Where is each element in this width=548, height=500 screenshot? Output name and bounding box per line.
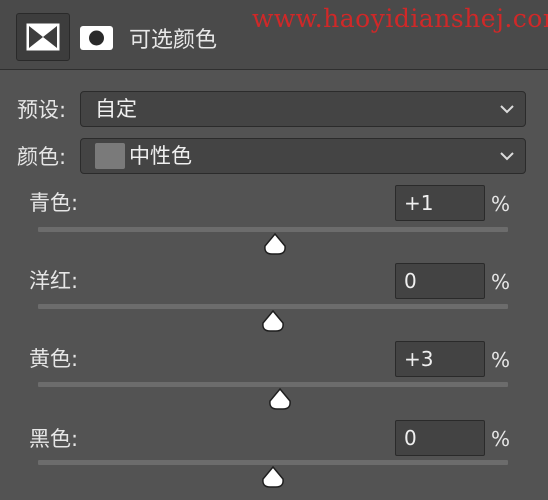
selective-color-glyph	[26, 23, 60, 51]
selective-color-icon[interactable]	[16, 13, 70, 61]
black-label: 黑色:	[29, 427, 79, 451]
colors-label: 颜色:	[17, 145, 67, 169]
black-slider-thumb[interactable]	[260, 465, 286, 489]
cyan-percent-sign: %	[491, 192, 511, 216]
magenta-percent-sign: %	[491, 270, 511, 294]
yellow-label: 黄色:	[29, 347, 79, 371]
chevron-down-icon	[500, 152, 514, 161]
black-value-input[interactable]: 0	[395, 420, 485, 456]
cyan-label: 青色:	[29, 191, 79, 215]
panel-title: 可选颜色	[129, 28, 218, 53]
black-percent-sign: %	[491, 427, 511, 451]
cyan-slider-thumb[interactable]	[262, 232, 288, 256]
colors-dropdown[interactable]: 中性色	[80, 138, 526, 174]
color-swatch	[95, 143, 125, 169]
chevron-down-icon	[500, 105, 514, 114]
magenta-value-input[interactable]: 0	[395, 263, 485, 299]
cyan-value-input[interactable]: +1	[395, 185, 485, 221]
watermark-text: www.haoyidianshej.com	[252, 4, 548, 33]
magenta-label: 洋红:	[29, 269, 79, 293]
layer-mask-icon[interactable]	[80, 26, 113, 50]
preset-label: 预设:	[17, 98, 67, 122]
panel-header: 可选颜色 www.haoyidianshej.com	[0, 0, 548, 70]
colors-value: 中性色	[129, 144, 192, 168]
preset-value: 自定	[95, 97, 137, 121]
yellow-slider-thumb[interactable]	[267, 387, 293, 411]
preset-dropdown[interactable]: 自定	[80, 91, 526, 127]
yellow-percent-sign: %	[491, 348, 511, 372]
yellow-value-input[interactable]: +3	[395, 341, 485, 377]
magenta-slider-thumb[interactable]	[260, 309, 286, 333]
